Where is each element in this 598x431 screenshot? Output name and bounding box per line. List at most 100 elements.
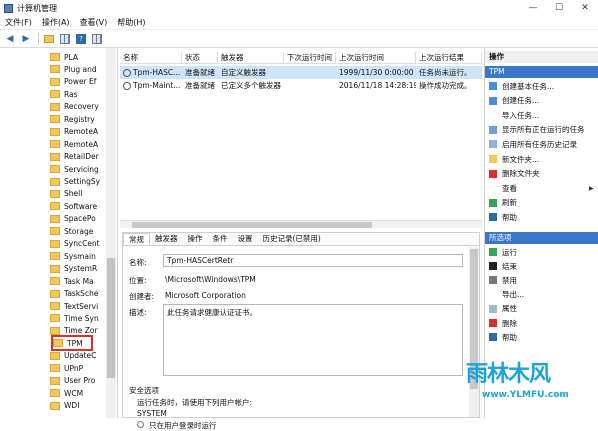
minimize-button[interactable]: — <box>520 3 546 13</box>
tree-item[interactable]: UPnP <box>50 362 83 374</box>
action-item[interactable]: 创建基本任务... <box>489 80 554 92</box>
tree-item[interactable]: RemoteA <box>50 138 98 150</box>
tab-conditions[interactable]: 条件 <box>208 233 233 245</box>
action-item[interactable]: 运行 <box>489 246 517 258</box>
tab-general[interactable]: 常规 <box>123 233 150 245</box>
action-item[interactable]: 删除文件夹 <box>489 168 540 180</box>
grid-icon[interactable] <box>58 32 72 46</box>
menu-file[interactable]: 文件(F) <box>0 17 37 28</box>
tree-item[interactable]: Ras <box>50 88 78 100</box>
action-item[interactable]: 删除 <box>489 317 517 329</box>
tree-item[interactable]: Time Zor <box>50 325 98 337</box>
tree-item[interactable]: WDI <box>50 400 79 412</box>
action-item[interactable]: 帮助 <box>489 331 517 343</box>
toolbar: ◀ ▶ ? <box>0 30 598 48</box>
tree-item-label: UpdateC <box>64 351 97 361</box>
folder-icon <box>50 127 60 136</box>
tree-item[interactable]: Software <box>50 200 97 212</box>
action-item[interactable]: 刷新 <box>489 197 517 209</box>
menu-help[interactable]: 帮助(H) <box>112 17 150 28</box>
tree-item[interactable]: Time Syn <box>50 312 99 324</box>
tree-item[interactable]: Servicing <box>50 163 99 175</box>
tree-item[interactable]: Power Ef <box>50 76 96 88</box>
menu-view[interactable]: 查看(V) <box>75 17 113 28</box>
maximize-button[interactable]: ☐ <box>546 3 572 13</box>
tree-item-label: Plug and <box>64 64 97 74</box>
task-list-scroll-thumb[interactable] <box>132 222 372 228</box>
tree-item[interactable]: TaskSche <box>50 288 98 300</box>
tab-history[interactable]: 历史记录(已禁用) <box>258 233 326 245</box>
tree-item[interactable]: Sysmain <box>50 250 96 262</box>
tree-item[interactable]: Plug and <box>50 63 97 75</box>
tree-item[interactable]: SpacePo <box>50 213 96 225</box>
task-status: 准备就绪 <box>185 81 215 90</box>
tree-item[interactable]: TPM <box>51 335 93 352</box>
folder-icon[interactable] <box>42 32 56 46</box>
tree-scrollbar[interactable] <box>106 48 116 418</box>
task-trigger: 已定义多个触发器 <box>221 81 281 90</box>
name-field[interactable]: Tpm-HASCertRetr <box>163 254 463 267</box>
forward-icon[interactable]: ▶ <box>19 32 33 46</box>
description-field[interactable]: 此任务请求健康认证证书。 <box>163 304 463 376</box>
toolbar-separator <box>38 32 39 45</box>
action-item[interactable]: 显示所有正在运行的任务 <box>489 124 585 136</box>
action-item-label: 帮助 <box>502 212 517 222</box>
radio-logged-on-only[interactable] <box>137 421 144 428</box>
panel-icon[interactable] <box>90 32 104 46</box>
watermark-logo: 雨林木风 <box>466 362 551 387</box>
tree-item[interactable]: SystemR <box>50 263 97 275</box>
action-item[interactable]: 新文件夹... <box>489 153 539 165</box>
tree-item-label: PLA <box>64 52 79 62</box>
action-item[interactable]: 结束 <box>489 260 517 272</box>
col-next-run[interactable]: 下次运行时间 <box>284 52 336 64</box>
help-icon[interactable]: ? <box>74 32 88 46</box>
action-item[interactable]: 禁用 <box>489 274 517 286</box>
tree-scroll-thumb[interactable] <box>107 258 115 378</box>
action-item[interactable]: 导入任务... <box>489 109 539 121</box>
col-name[interactable]: 名称 <box>120 52 182 64</box>
tree-item-label: UPnP <box>64 363 84 373</box>
tree-item[interactable]: Storage <box>50 225 93 237</box>
action-item-label: 创建基本任务... <box>502 81 555 91</box>
tree-item[interactable]: Registry <box>50 113 95 125</box>
tree-item[interactable]: Task Ma <box>50 275 94 287</box>
tree-item[interactable]: SyncCent <box>50 238 100 250</box>
action-item[interactable]: 帮助 <box>489 211 517 223</box>
action-item[interactable]: 创建任务... <box>489 95 539 107</box>
folder-icon <box>50 214 60 223</box>
tree-item[interactable]: WCM <box>50 387 83 399</box>
back-icon[interactable]: ◀ <box>3 32 17 46</box>
tree-item-label: SyncCent <box>64 239 100 249</box>
tab-actions[interactable]: 操作 <box>183 233 208 245</box>
tab-settings[interactable]: 设置 <box>233 233 258 245</box>
menu-action[interactable]: 操作(A) <box>37 17 75 28</box>
col-last-result[interactable]: 上次运行结果 <box>416 52 482 64</box>
tree-item[interactable]: SettingSy <box>50 176 100 188</box>
action-item[interactable]: 导出... <box>489 289 524 301</box>
tree-item[interactable]: Shell <box>50 188 82 200</box>
tree-item[interactable]: User Pro <box>50 375 95 387</box>
folder-icon <box>50 90 60 99</box>
col-trigger[interactable]: 触发器 <box>218 52 284 64</box>
tree-item[interactable]: PLA <box>50 51 78 63</box>
task-row[interactable]: Tpm-HASC... 准备就绪 自定义触发器 1999/11/30 0:00:… <box>120 66 482 79</box>
tree-item[interactable]: Recovery <box>50 101 99 113</box>
tree-item-label: TextServi <box>64 301 99 311</box>
action-item[interactable]: 启用所有任务历史记录 <box>489 138 577 150</box>
col-last-run[interactable]: 上次运行时间 <box>336 52 416 64</box>
tree-item[interactable]: UpdateC <box>50 350 96 362</box>
tree-item[interactable]: RetailDer <box>50 151 99 163</box>
tree-item[interactable]: TextServi <box>50 300 98 312</box>
task-name: Tpm-HASC... <box>133 68 181 77</box>
close-button[interactable]: ✕ <box>572 3 598 13</box>
actions-section-tpm[interactable]: TPM <box>485 66 598 78</box>
tab-triggers[interactable]: 触发器 <box>150 233 183 245</box>
col-status[interactable]: 状态 <box>182 52 218 64</box>
task-list-scrollbar[interactable] <box>120 220 482 228</box>
tree-item[interactable]: RemoteA <box>50 126 98 138</box>
action-item[interactable]: 属性 <box>489 303 517 315</box>
action-item[interactable]: 查看 <box>489 182 517 194</box>
task-row[interactable]: Tpm-Maint... 准备就绪 已定义多个触发器 2016/11/18 14… <box>120 79 482 92</box>
actions-section-selected[interactable]: 所选项 <box>485 232 598 244</box>
folder-icon <box>50 389 60 398</box>
